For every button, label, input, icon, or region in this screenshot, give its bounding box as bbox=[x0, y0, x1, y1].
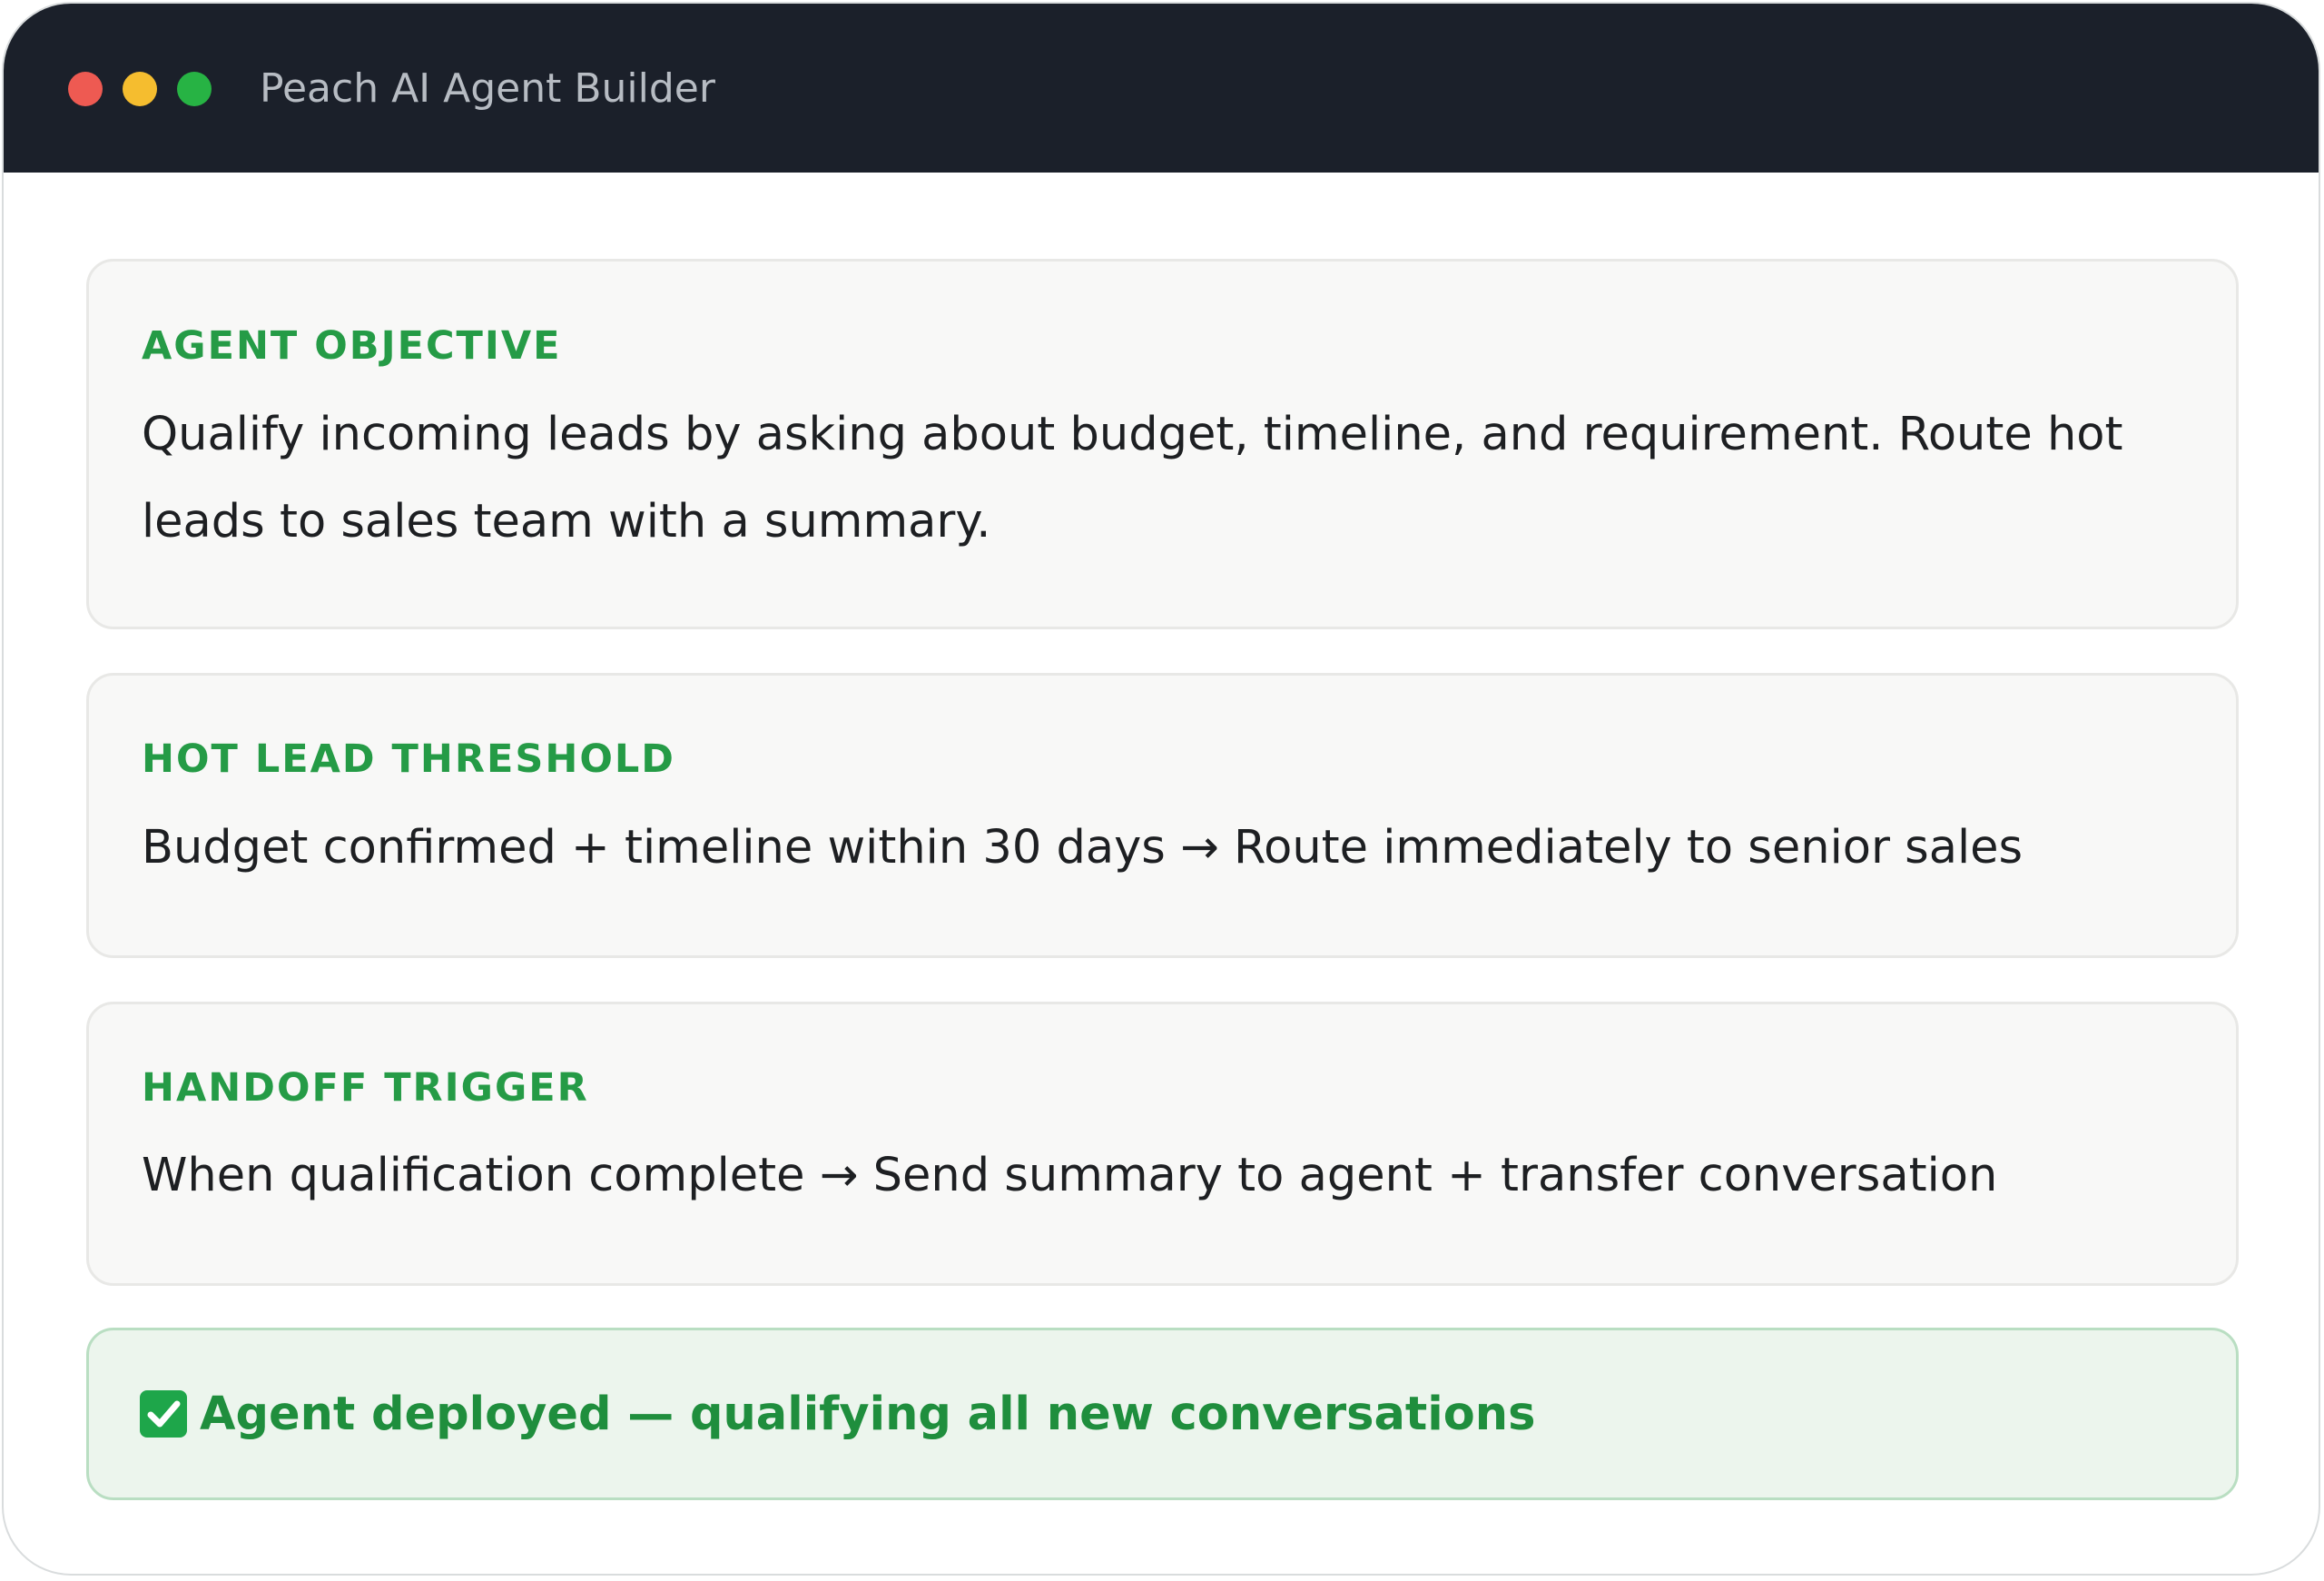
agent-objective-label: AGENT OBJECTIVE bbox=[142, 323, 562, 369]
handoff-trigger-label: HANDOFF TRIGGER bbox=[142, 1065, 589, 1111]
minimize-window-button[interactable] bbox=[123, 72, 157, 106]
app-window: Peach AI Agent Builder AGENT OBJECTIVE Q… bbox=[2, 2, 2320, 1576]
handoff-trigger-card: HANDOFF TRIGGER When qualification compl… bbox=[86, 1002, 2239, 1286]
check-box-icon bbox=[140, 1390, 187, 1438]
maximize-window-button[interactable] bbox=[177, 72, 212, 106]
handoff-trigger-text: When qualification complete → Send summa… bbox=[142, 1149, 1998, 1202]
window-title: Peach AI Agent Builder bbox=[260, 65, 715, 112]
deployment-status-banner: Agent deployed — qualifying all new conv… bbox=[86, 1328, 2239, 1500]
agent-objective-text: Qualify incoming leads by asking about b… bbox=[142, 408, 2138, 548]
hot-lead-threshold-text: Budget confirmed + timeline within 30 da… bbox=[142, 821, 2024, 874]
hot-lead-threshold-card: HOT LEAD THRESHOLD Budget confirmed + ti… bbox=[86, 673, 2239, 958]
deployment-status-text: Agent deployed — qualifying all new conv… bbox=[200, 1388, 1536, 1441]
close-window-button[interactable] bbox=[68, 72, 103, 106]
title-bar: Peach AI Agent Builder bbox=[4, 4, 2319, 173]
hot-lead-threshold-label: HOT LEAD THRESHOLD bbox=[142, 736, 675, 782]
agent-objective-card: AGENT OBJECTIVE Qualify incoming leads b… bbox=[86, 259, 2239, 629]
